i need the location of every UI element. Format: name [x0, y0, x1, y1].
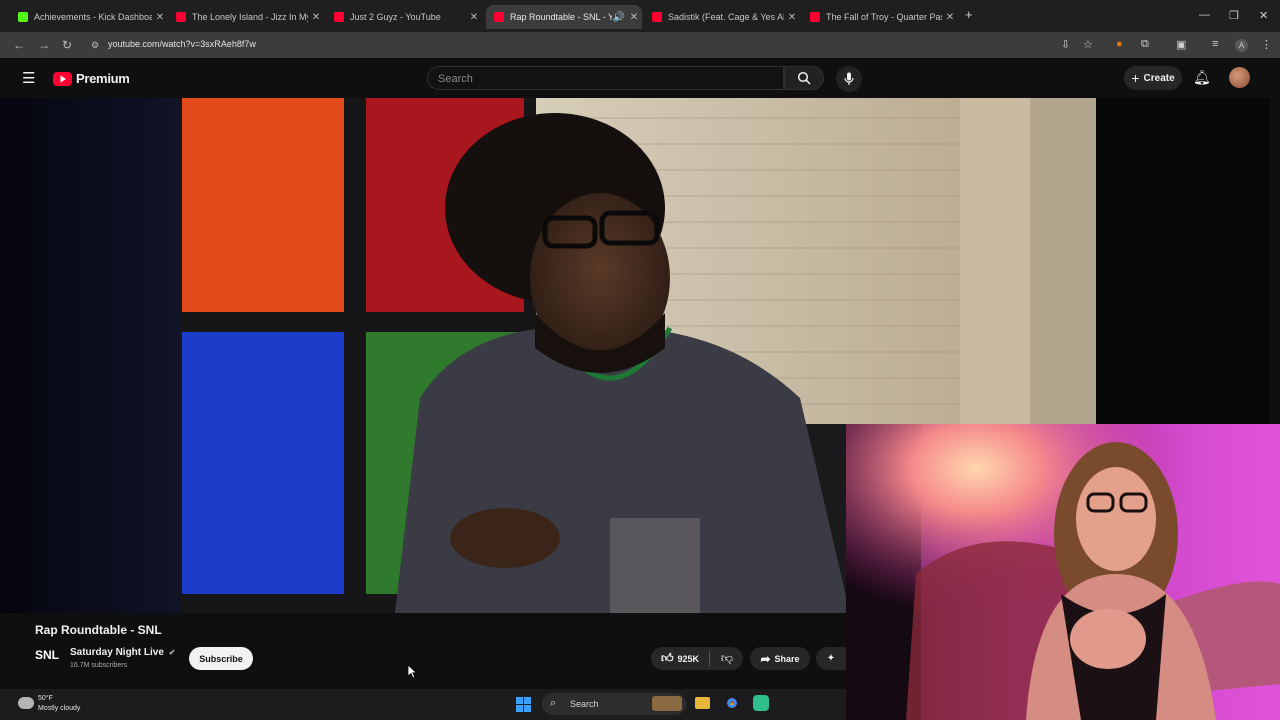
ask-button[interactable]: ✦	[816, 647, 846, 670]
close-window-icon[interactable]: ✕	[1259, 9, 1268, 22]
youtube-play-icon	[53, 71, 72, 86]
youtube-favicon-icon	[810, 12, 820, 22]
divider	[709, 651, 710, 666]
channel-name[interactable]: Saturday Night Live ✔	[70, 647, 175, 658]
forward-icon[interactable]: →	[38, 38, 50, 52]
tab-title: Sadistik (Feat. Cage & Yes Alex	[668, 12, 784, 22]
close-tab-icon[interactable]: ✕	[626, 12, 642, 23]
tab-title: Achievements - Kick Dashboard	[34, 12, 152, 22]
browser-tab[interactable]: Sadistik (Feat. Cage & Yes Alex ✕	[644, 5, 800, 29]
youtube-favicon-icon	[176, 12, 186, 22]
cloud-weather-icon[interactable]	[18, 697, 34, 709]
like-dislike-group: 👍︎ 925K 👎︎	[651, 647, 743, 670]
chrome-icon[interactable]	[724, 695, 740, 711]
tab-title: Rap Roundtable - SNL - Yo	[510, 12, 612, 22]
site-info-icon[interactable]: ⚙	[91, 40, 99, 51]
kick-favicon-icon	[18, 12, 28, 22]
channel-logo[interactable]: SNL	[35, 648, 61, 668]
like-button[interactable]: 👍︎ 925K	[651, 647, 709, 670]
back-icon[interactable]: ←	[13, 38, 25, 52]
windows-start-icon[interactable]	[516, 697, 531, 712]
browser-tab[interactable]: The Lonely Island - Jizz In My P ✕	[168, 5, 324, 29]
close-tab-icon[interactable]: ✕	[152, 12, 168, 23]
close-tab-icon[interactable]: ✕	[784, 12, 800, 23]
taskbar-search-label: Search	[570, 699, 599, 709]
search-highlight-image	[652, 696, 682, 711]
browser-tab[interactable]: The Fall of Troy - Quarter Past ✕	[802, 5, 958, 29]
reload-icon[interactable]: ↻	[62, 38, 72, 52]
tab-title: The Lonely Island - Jizz In My P	[192, 12, 308, 22]
search-icon	[797, 71, 811, 85]
address-bar[interactable]: youtube.com/watch?v=3sxRAeh8f7w	[108, 39, 256, 49]
youtube-favicon-icon	[494, 12, 504, 22]
thumbs-up-icon: 👍︎	[660, 651, 674, 665]
browser-tab[interactable]: Just 2 Guyz - YouTube ✕	[326, 5, 482, 29]
browser-toolbar: ← → ↻ ⚙ youtube.com/watch?v=3sxRAeh8f7w …	[0, 32, 1280, 58]
search-input[interactable]: Search	[427, 66, 784, 90]
youtube-favicon-icon	[334, 12, 344, 22]
taskbar-search-icon: ⌕	[550, 697, 557, 709]
subscribe-button[interactable]: Subscribe	[189, 647, 253, 670]
create-button[interactable]: + Create	[1124, 66, 1182, 90]
voice-search-button[interactable]	[836, 66, 862, 92]
browser-tab-active[interactable]: Rap Roundtable - SNL - Yo 🔊 ✕	[486, 5, 642, 29]
like-count: 925K	[677, 653, 700, 664]
new-tab-button[interactable]: +	[965, 7, 973, 22]
media-control-icon[interactable]: ≡	[1212, 38, 1218, 50]
webcam-overlay	[846, 424, 1280, 720]
restore-icon[interactable]: ❐	[1229, 9, 1239, 22]
verified-badge-icon: ✔	[168, 648, 176, 657]
subscriber-count: 16.7M subscribers	[70, 662, 128, 669]
install-app-icon[interactable]: ⇩	[1061, 38, 1070, 51]
dislike-button[interactable]: 👎︎	[711, 647, 743, 670]
file-explorer-icon[interactable]	[695, 697, 710, 709]
extensions-puzzle-icon[interactable]: ⧉	[1141, 38, 1149, 51]
share-arrow-icon: ➦	[760, 651, 771, 666]
mouse-cursor-icon	[408, 665, 418, 679]
weather-description: Mostly cloudy	[38, 705, 81, 712]
close-tab-icon[interactable]: ✕	[466, 12, 482, 23]
sparkle-icon: ✦	[826, 653, 836, 664]
search-button[interactable]	[784, 66, 824, 90]
menu-kebab-icon[interactable]: ⋮	[1261, 38, 1272, 51]
browser-tab-strip: Achievements - Kick Dashboard ✕ The Lone…	[0, 0, 1280, 32]
windows-taskbar: 50°F Mostly cloudy ⌕ Search	[0, 689, 846, 720]
close-tab-icon[interactable]: ✕	[308, 12, 324, 23]
webcam-frame	[846, 424, 1280, 720]
video-title: Rap Roundtable - SNL	[35, 623, 162, 637]
temperature: 50°F	[38, 695, 53, 702]
create-label: Create	[1143, 72, 1175, 84]
bookmark-star-icon[interactable]: ☆	[1083, 38, 1093, 51]
youtube-logo[interactable]: Premium	[53, 71, 130, 86]
extension-icon[interactable]: ●	[1116, 38, 1123, 50]
taskbar-search[interactable]: ⌕ Search	[542, 693, 686, 715]
account-avatar[interactable]	[1229, 67, 1250, 88]
share-button[interactable]: ➦ Share	[750, 647, 810, 670]
channel-name-text: Saturday Night Live	[70, 647, 164, 658]
minimize-icon[interactable]: —	[1199, 9, 1210, 21]
youtube-favicon-icon	[652, 12, 662, 22]
close-tab-icon[interactable]: ✕	[942, 12, 958, 23]
hamburger-menu-icon[interactable]: ☰	[22, 69, 35, 87]
browser-tab[interactable]: Achievements - Kick Dashboard ✕	[10, 5, 168, 29]
premium-label: Premium	[76, 71, 130, 86]
microphone-icon	[844, 72, 854, 85]
scrollbar-up-arrow-icon[interactable]	[1271, 62, 1277, 72]
share-label: Share	[774, 653, 800, 664]
profile-avatar[interactable]: A	[1235, 39, 1248, 52]
audio-playing-icon[interactable]: 🔊	[612, 12, 626, 23]
thumbs-down-icon: 👎︎	[720, 651, 734, 665]
tab-title: Just 2 Guyz - YouTube	[350, 12, 441, 22]
tab-title: The Fall of Troy - Quarter Past	[826, 12, 942, 22]
plus-icon: +	[1131, 70, 1140, 86]
youtube-header: ☰ Premium Search + Create 🔔︎	[0, 58, 1280, 98]
app-taskbar-icon[interactable]	[753, 695, 769, 711]
notifications-bell-icon[interactable]: 🔔︎	[1193, 69, 1211, 86]
weather-widget[interactable]: 50°F Mostly cloudy	[38, 694, 80, 714]
side-panel-icon[interactable]: ▣	[1176, 38, 1186, 51]
